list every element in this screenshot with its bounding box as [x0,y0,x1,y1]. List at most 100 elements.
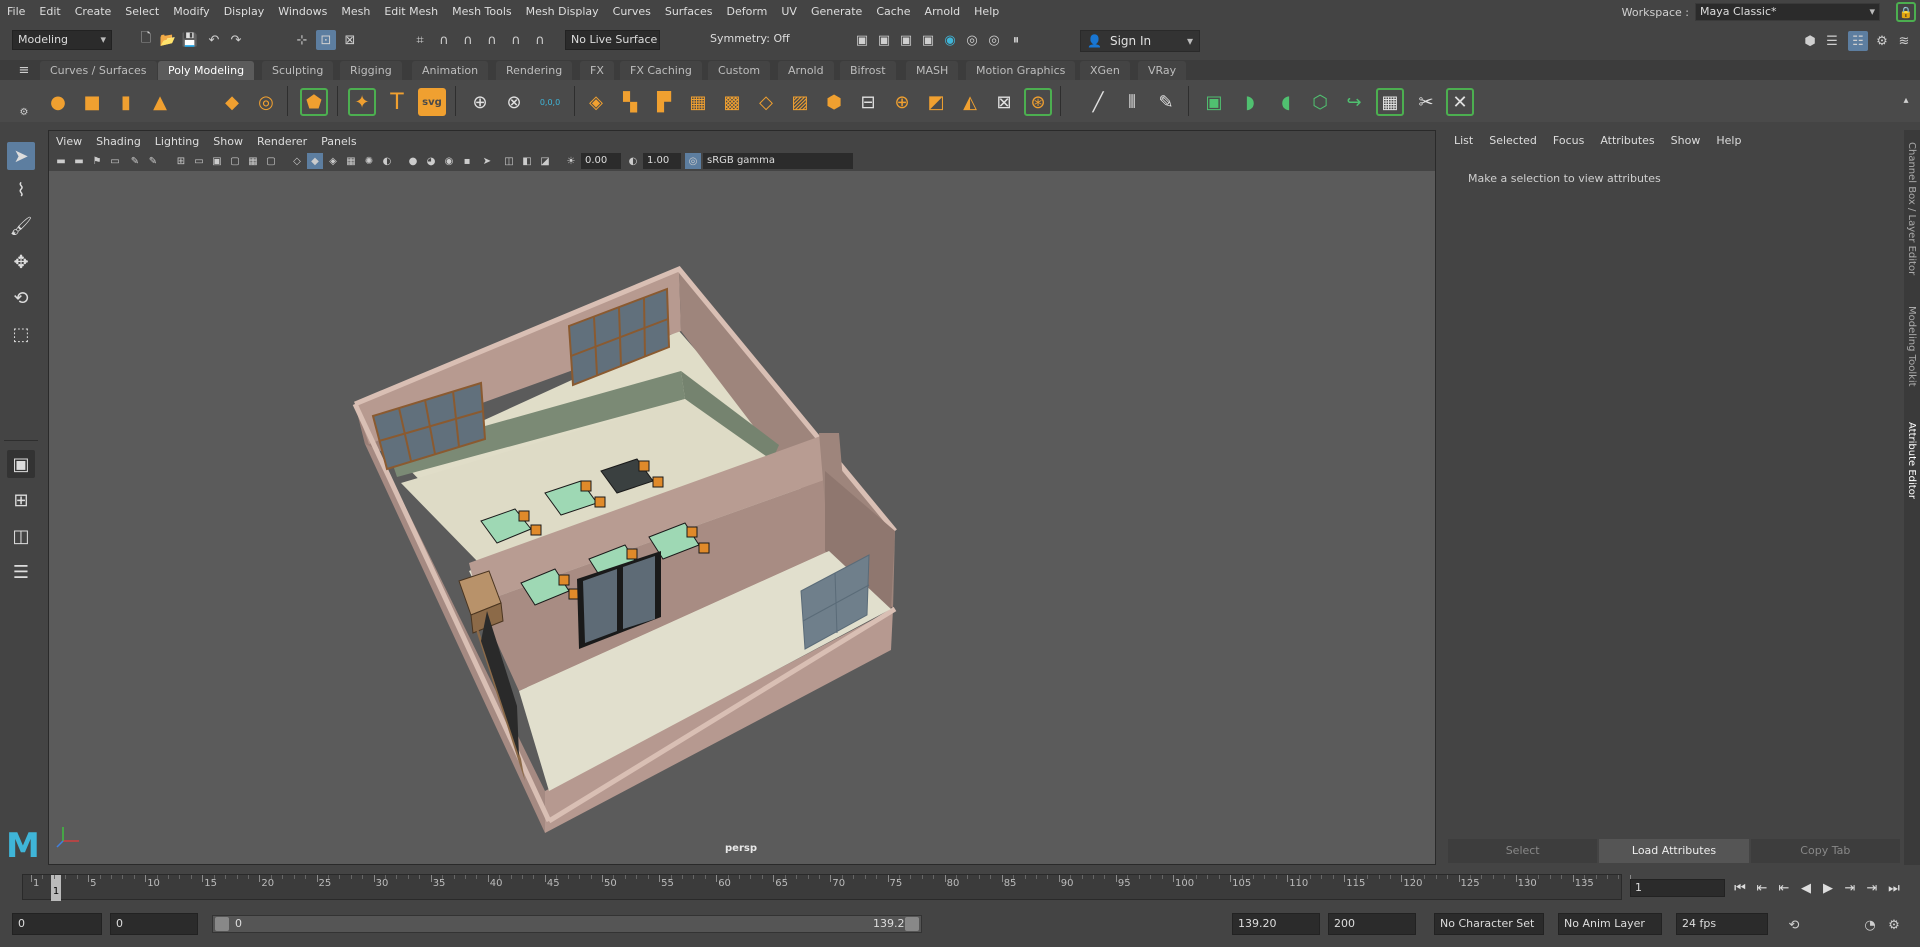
tab-modeling-toolkit[interactable]: Modeling Toolkit [1906,306,1917,387]
menu-curves[interactable]: Curves [606,0,658,24]
tab-animation[interactable]: Animation [412,61,489,80]
range-end-handle[interactable] [905,917,919,931]
symmetry-select[interactable]: Symmetry: Off [705,30,805,50]
copy-tab-button[interactable]: Copy Tab [1750,839,1900,863]
poly-plane-icon[interactable]: ◆ [218,88,246,116]
combine-icon[interactable]: ◈ [582,88,610,116]
animation-end-field[interactable]: 200 [1328,913,1416,935]
spherical-uv-icon[interactable]: ◖ [1272,88,1300,116]
load-attributes-button[interactable]: Load Attributes [1599,839,1749,863]
menu-arnold[interactable]: Arnold [918,0,968,24]
sew-uv-icon[interactable]: ✕ [1446,88,1474,116]
workspace-select[interactable]: Maya Classic* [1695,3,1880,21]
live-surface-field[interactable]: No Live Surface [565,30,660,50]
range-start-handle[interactable] [215,917,229,931]
menu-edit[interactable]: Edit [32,0,67,24]
menu-select[interactable]: Select [118,0,166,24]
viewport-panel[interactable]: View Shading Lighting Show Renderer Pane… [48,130,1436,865]
play-forwards-icon[interactable]: ▶ [1818,878,1838,898]
extract-icon[interactable]: ▛ [650,88,678,116]
poly-cube-icon[interactable]: ■ [78,88,106,116]
use-all-lights-icon[interactable]: ✺ [361,153,377,169]
color-space-select[interactable]: sRGB gamma [703,153,853,169]
play-backwards-icon[interactable]: ◀ [1796,878,1816,898]
poly-torus-icon[interactable]: ◎ [252,88,280,116]
type-tool-icon[interactable]: T [383,88,411,116]
snap-point-icon[interactable]: ∩ [458,30,478,50]
fps-select[interactable]: 24 fps [1676,913,1768,935]
cut-uv-icon[interactable]: ✂ [1412,88,1440,116]
render-settings-icon[interactable]: ▣ [896,30,916,50]
save-scene-icon[interactable]: 💾 [180,30,200,50]
attr-menu-selected[interactable]: Selected [1481,134,1545,147]
select-tool-icon[interactable]: ➤ [7,142,35,170]
tab-curves-surfaces[interactable]: Curves / Surfaces [40,61,157,80]
smooth-shade-icon[interactable]: ◆ [307,153,323,169]
anim-layer-select[interactable]: No Anim Layer [1558,913,1662,935]
menu-mesh-display[interactable]: Mesh Display [519,0,606,24]
snap-surface-icon[interactable]: ∩ [506,30,526,50]
menu-mesh-tools[interactable]: Mesh Tools [445,0,519,24]
tab-fx-caching[interactable]: FX Caching [620,61,702,80]
menu-cache[interactable]: Cache [869,0,917,24]
uv-checker-icon[interactable]: ▦ [1376,88,1404,116]
outliner-view-icon[interactable]: ☰ [7,558,35,586]
shelf-options-icon[interactable]: ⚙ [14,102,34,122]
smooth-icon[interactable]: ▩ [718,88,746,116]
super-shape-icon[interactable]: ✦ [348,88,376,116]
separate-icon[interactable]: ▚ [616,88,644,116]
film-gate-icon[interactable]: ▭ [191,153,207,169]
step-forward-frame-icon[interactable]: ⇥ [1862,878,1882,898]
extrude-icon[interactable]: ⬢ [820,88,848,116]
append-icon[interactable]: ◩ [922,88,950,116]
select-object-icon[interactable]: ⊡ [316,30,336,50]
freeze-transform-icon[interactable]: 0,0,0 [536,88,564,116]
anti-aliasing-icon[interactable]: ◉ [441,153,457,169]
viewport-scene[interactable] [49,171,1435,864]
shelf-menu-icon[interactable]: ≡ [14,60,34,80]
sign-in-button[interactable]: 👤 Sign In [1080,30,1200,52]
center-pivot-icon[interactable]: ⊗ [500,88,528,116]
menu-display[interactable]: Display [217,0,272,24]
planar-uv-icon[interactable]: ▣ [1200,88,1228,116]
menu-uv[interactable]: UV [774,0,804,24]
booleans-icon[interactable]: ▦ [684,88,712,116]
tab-xgen[interactable]: XGen [1080,61,1130,80]
menu-help[interactable]: Help [967,0,1006,24]
viewport-menu-renderer[interactable]: Renderer [250,135,314,148]
render-frame-icon[interactable]: ▣ [852,30,872,50]
tab-rendering[interactable]: Rendering [496,61,573,80]
character-set-select[interactable]: No Character Set [1434,913,1544,935]
auto-key-icon[interactable]: ◔ [1860,915,1880,935]
snap-grid-icon[interactable]: ⌗ [410,30,430,50]
gamma-icon[interactable]: ◐ [625,153,641,169]
new-scene-icon[interactable]: 🗋 [136,30,156,50]
attr-menu-list[interactable]: List [1446,134,1481,147]
tab-bifrost[interactable]: Bifrost [840,61,896,80]
viewport-menu-panels[interactable]: Panels [314,135,363,148]
tab-rigging[interactable]: Rigging [340,61,402,80]
mirror-icon[interactable]: ▨ [786,88,814,116]
bevel-icon[interactable]: ⊕ [888,88,916,116]
paint-select-tool-icon[interactable]: 🖌 [7,212,35,240]
tab-custom[interactable]: Custom [708,61,771,80]
snap-view-icon[interactable]: ∩ [482,30,502,50]
color-management-icon[interactable]: ◎ [685,153,701,169]
target-weld-icon[interactable]: ⊛ [1024,88,1052,116]
hypershade-icon[interactable]: ▣ [918,30,938,50]
menu-modify[interactable]: Modify [166,0,216,24]
tab-vray[interactable]: VRay [1138,61,1187,80]
xray-icon[interactable]: ◫ [501,153,517,169]
reduce-icon[interactable]: ◇ [752,88,780,116]
tab-motion-graphics[interactable]: Motion Graphics [966,61,1076,80]
modeling-toolkit-icon[interactable]: ⬢ [1800,31,1820,51]
tab-channel-box[interactable]: Channel Box / Layer Editor [1906,142,1917,275]
menu-edit-mesh[interactable]: Edit Mesh [377,0,445,24]
layers-icon[interactable]: ≋ [1894,31,1914,51]
playback-start-field[interactable]: 0 [110,913,198,935]
tab-sculpting[interactable]: Sculpting [262,61,334,80]
select-hierarchy-icon[interactable]: ⊹ [292,30,312,50]
viewport-menu-view[interactable]: View [49,135,89,148]
single-view-icon[interactable]: ▣ [7,450,35,478]
tab-attribute-editor[interactable]: Attribute Editor [1906,422,1917,499]
